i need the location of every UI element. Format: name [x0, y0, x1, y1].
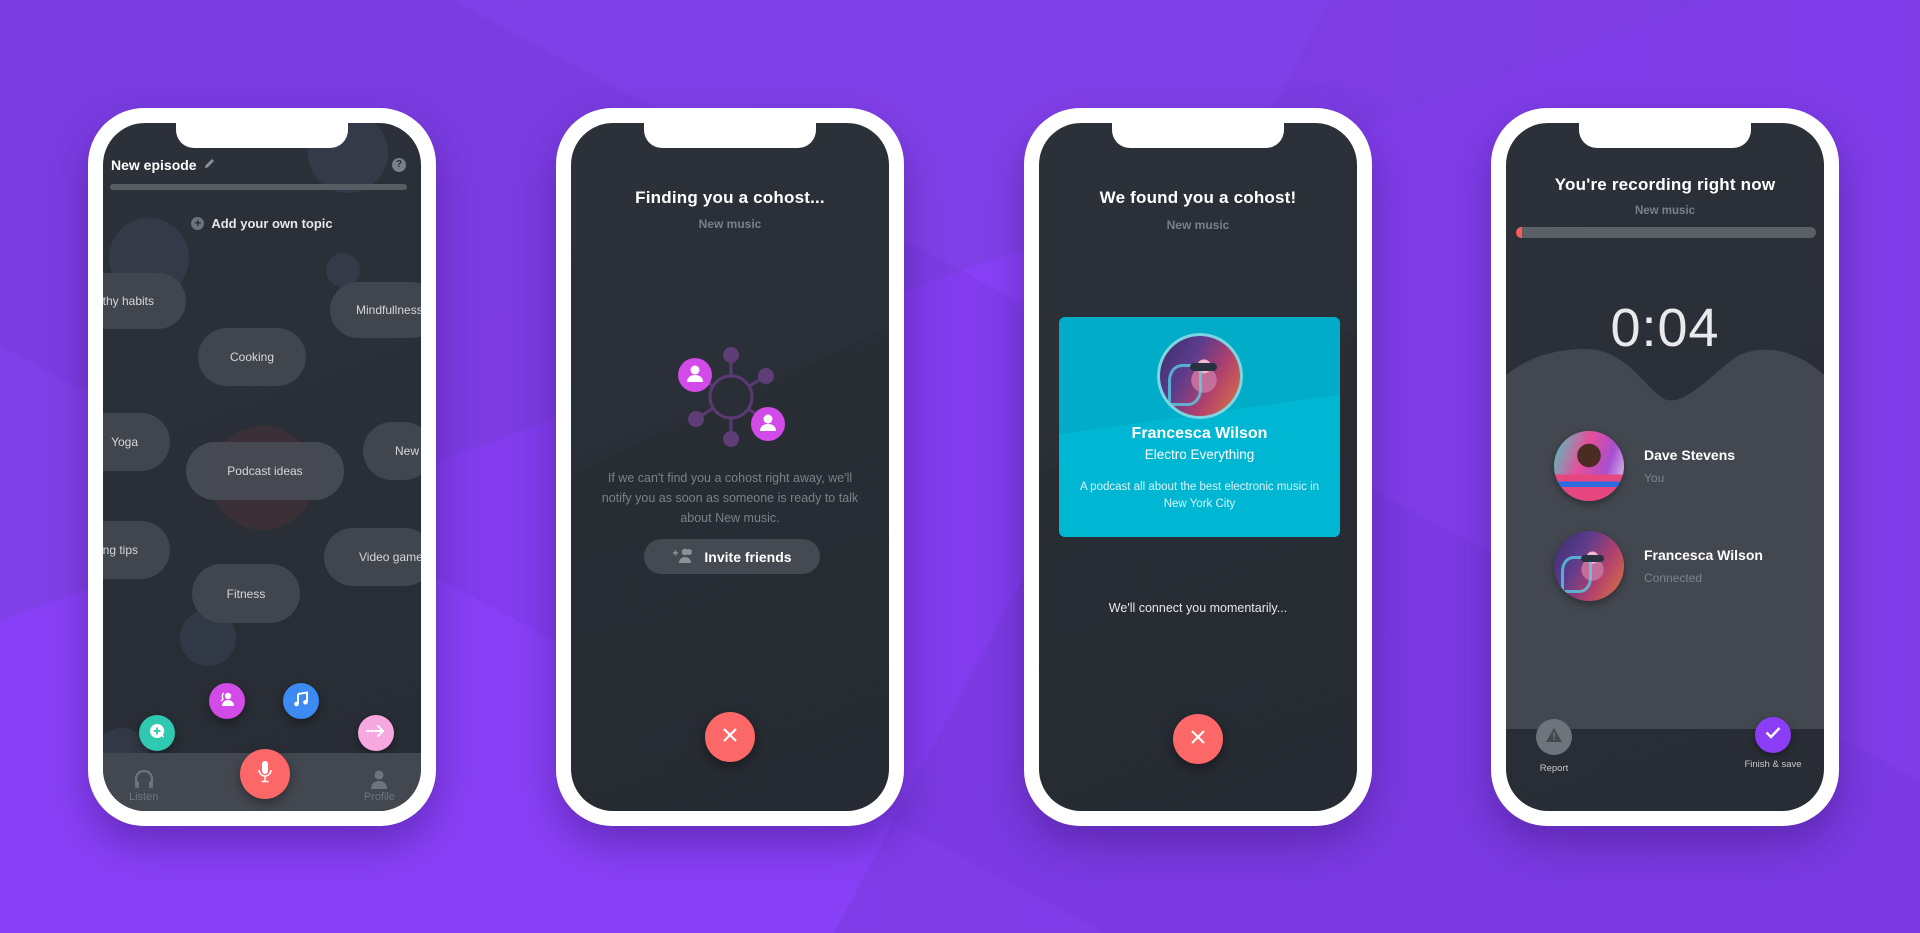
episode-header[interactable]: New episode: [111, 157, 216, 173]
help-icon[interactable]: ?: [392, 158, 406, 172]
close-icon: [1190, 729, 1206, 750]
report-circle[interactable]: [1536, 719, 1572, 755]
topic-pill-cooking[interactable]: Cooking: [198, 328, 306, 386]
topic-label: New: [395, 444, 420, 458]
record-button[interactable]: [240, 749, 290, 799]
pencil-icon[interactable]: [203, 157, 216, 173]
invite-friends-button[interactable]: Invite friends: [644, 539, 820, 574]
screen: Finding you a cohost... New music If we …: [571, 123, 889, 811]
profile-icon: [364, 769, 395, 789]
add-comment-button[interactable]: [139, 715, 175, 751]
people-icon: [218, 690, 236, 713]
topic-label: Video game: [359, 550, 421, 564]
topic-label: thy habits: [103, 294, 154, 308]
participant-status: Connected: [1644, 571, 1703, 585]
add-topic-label: Add your own topic: [211, 216, 333, 231]
cohost-avatar: [1159, 336, 1240, 416]
find-cohost-button[interactable]: [209, 683, 245, 719]
participant-row: Francesca Wilson Connected: [1554, 531, 1763, 601]
finish-save-button[interactable]: Finish & save: [1738, 717, 1808, 770]
screen-title: We found you a cohost!: [1099, 188, 1297, 207]
screen: You're recording right now New music 0:0…: [1506, 123, 1824, 811]
report-button[interactable]: Report: [1534, 719, 1574, 774]
plus-circle-icon: +: [191, 217, 205, 230]
participant-avatar: [1554, 531, 1624, 601]
recording-timer: 0:04: [1610, 298, 1720, 358]
topic-subtitle: New music: [698, 217, 762, 231]
episode-progress-bar: [110, 184, 407, 190]
topic-label: Yoga: [111, 435, 138, 449]
participant-name: Francesca Wilson: [1644, 547, 1763, 563]
phone-cohost-found: We found you a cohost! New music Frances…: [1024, 108, 1372, 826]
cohost-avatar-ring: [1156, 333, 1243, 419]
topic-pill-video-games[interactable]: Video game: [324, 528, 421, 586]
participant-row: Dave Stevens You: [1554, 431, 1735, 501]
topic-label: ng tips: [103, 543, 138, 557]
recording-progress-fill: [1516, 227, 1522, 238]
topic-label: Mindfullness: [356, 303, 421, 317]
screen: New episode ? + Add your own topic thy h…: [103, 123, 421, 811]
screen-title: You're recording right now: [1554, 175, 1776, 194]
warning-icon: [1546, 727, 1562, 747]
tab-profile[interactable]: Profile: [364, 769, 395, 803]
user-node: [678, 358, 712, 392]
topic-subtitle: New music: [1166, 218, 1230, 232]
topic-pill-yoga[interactable]: Yoga: [103, 413, 170, 471]
invite-label: Invite friends: [704, 548, 792, 565]
add-people-icon: [672, 547, 694, 566]
finish-circle[interactable]: [1755, 717, 1791, 753]
screen-title: Finding you a cohost...: [635, 188, 825, 207]
music-note-icon: [292, 690, 310, 713]
cohost-show: Electro Everything: [1144, 447, 1255, 462]
phone-recording: You're recording right now New music 0:0…: [1491, 108, 1839, 826]
phone-topic-picker: New episode ? + Add your own topic thy h…: [88, 108, 436, 826]
topic-label: Fitness: [226, 586, 266, 601]
phone-notch: [176, 123, 348, 148]
user-node: [751, 407, 785, 441]
music-button[interactable]: [283, 683, 319, 719]
tab-label: Profile: [363, 791, 395, 803]
phone-notch: [644, 123, 816, 148]
cancel-connect-button[interactable]: [1173, 714, 1223, 764]
participant-name: Dave Stevens: [1644, 447, 1736, 463]
cohost-name: Francesca Wilson: [1131, 425, 1268, 442]
finish-label: Finish & save: [1744, 759, 1802, 770]
tab-listen[interactable]: Listen: [129, 769, 158, 803]
topic-pill-fitness[interactable]: Fitness: [192, 564, 300, 623]
report-label: Report: [1539, 763, 1569, 774]
arrow-right-icon: [366, 724, 386, 743]
topic-label: Cooking: [229, 350, 275, 364]
add-topic-button[interactable]: + Add your own topic: [103, 216, 421, 231]
screen: We found you a cohost! New music Frances…: [1039, 123, 1357, 811]
cohost-card[interactable]: Francesca Wilson Electro Everything A po…: [1059, 317, 1340, 537]
topic-subtitle: New music: [1634, 205, 1696, 217]
explanation-text: If we can't find you a cohost right away…: [601, 471, 859, 525]
recording-progress-bar: [1516, 227, 1816, 238]
tab-label: Listen: [129, 791, 159, 803]
connect-message: We'll connect you momentarily...: [1108, 601, 1288, 615]
cohost-description: A podcast all about the best electronic …: [1079, 481, 1320, 510]
participant-avatar: [1554, 431, 1624, 501]
participant-status: You: [1644, 471, 1665, 485]
searching-network-illustration: [678, 347, 785, 447]
topic-pill-healthy-habits[interactable]: thy habits: [103, 273, 186, 329]
phone-notch: [1112, 123, 1284, 148]
chat-plus-icon: [148, 722, 166, 745]
topic-label: Podcast ideas: [227, 464, 303, 478]
topic-pill-new-music[interactable]: New: [363, 422, 421, 480]
episode-title: New episode: [111, 157, 197, 173]
topic-pill-podcast-ideas[interactable]: Podcast ideas: [186, 442, 344, 500]
cancel-search-button[interactable]: [705, 712, 755, 762]
phone-notch: [1579, 123, 1751, 148]
topic-pill-mindfulness[interactable]: Mindfullness: [330, 282, 421, 338]
topic-pill-cooking-tips[interactable]: ng tips: [103, 521, 170, 579]
phone-finding-cohost: Finding you a cohost... New music If we …: [556, 108, 904, 826]
close-icon: [722, 727, 738, 748]
microphone-icon: [257, 760, 273, 789]
next-button[interactable]: [358, 715, 394, 751]
headphones-icon: [129, 769, 158, 789]
checkmark-icon: [1765, 726, 1781, 744]
